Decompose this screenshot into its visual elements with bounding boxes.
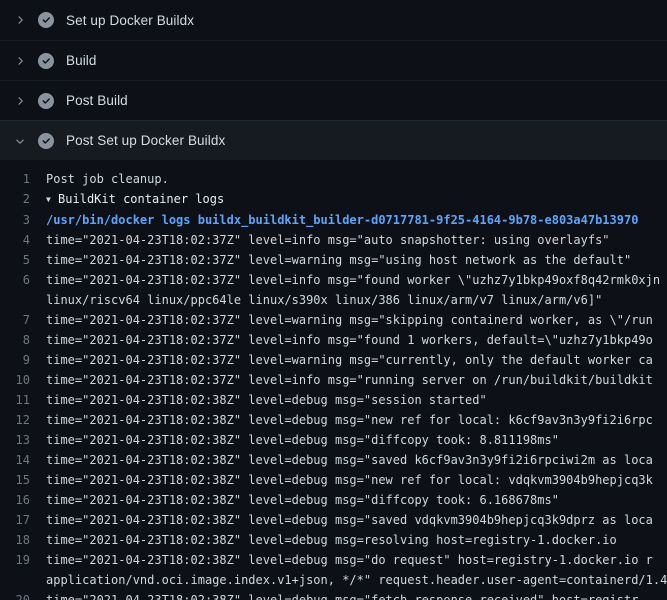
log-line-number[interactable]: 6 [0, 270, 46, 290]
log-line-number[interactable]: 19 [0, 550, 46, 570]
log-line-text: time="2021-04-23T18:02:38Z" level=debug … [46, 530, 667, 550]
log-line: 20time="2021-04-23T18:02:38Z" level=debu… [0, 590, 667, 600]
log-line-number[interactable]: 17 [0, 510, 46, 530]
log-line-text: time="2021-04-23T18:02:38Z" level=debug … [46, 430, 667, 450]
section-header-post-set-up-docker-buildx[interactable]: Post Set up Docker Buildx [0, 120, 667, 160]
log-line: 4time="2021-04-23T18:02:37Z" level=info … [0, 230, 667, 250]
log-line-number[interactable]: 16 [0, 490, 46, 510]
log-line-text: time="2021-04-23T18:02:38Z" level=debug … [46, 490, 667, 510]
log-line: 8time="2021-04-23T18:02:37Z" level=info … [0, 330, 667, 350]
log-line: 3/usr/bin/docker logs buildx_buildkit_bu… [0, 210, 667, 230]
log-line-text: time="2021-04-23T18:02:37Z" level=info m… [46, 370, 667, 390]
chevron-right-icon [14, 14, 26, 26]
log-line: 7time="2021-04-23T18:02:37Z" level=warni… [0, 310, 667, 330]
log-line-text: time="2021-04-23T18:02:37Z" level=warnin… [46, 250, 667, 270]
log-line: 11time="2021-04-23T18:02:38Z" level=debu… [0, 390, 667, 410]
log-line-number[interactable]: 10 [0, 370, 46, 390]
log-line-number[interactable]: 4 [0, 230, 46, 250]
section-title: Build [66, 53, 97, 68]
log-line-number[interactable]: 7 [0, 310, 46, 330]
log-line: 1Post job cleanup. [0, 169, 667, 189]
log-line: 18time="2021-04-23T18:02:38Z" level=debu… [0, 530, 667, 550]
log-line-number[interactable]: 20 [0, 590, 46, 600]
log-line: 13time="2021-04-23T18:02:38Z" level=debu… [0, 430, 667, 450]
log-line: 5time="2021-04-23T18:02:37Z" level=warni… [0, 250, 667, 270]
log-line-text: time="2021-04-23T18:02:38Z" level=debug … [46, 410, 667, 430]
log-line-text: time="2021-04-23T18:02:38Z" level=debug … [46, 450, 667, 470]
log-line-number[interactable]: 18 [0, 530, 46, 550]
section-header-post-build[interactable]: Post Build [0, 80, 667, 120]
section-header-set-up-docker-buildx[interactable]: Set up Docker Buildx [0, 0, 667, 40]
log-line-number[interactable]: 8 [0, 330, 46, 350]
log-line: 6time="2021-04-23T18:02:37Z" level=info … [0, 270, 667, 290]
log-line: 16time="2021-04-23T18:02:38Z" level=debu… [0, 490, 667, 510]
log-line: 19time="2021-04-23T18:02:38Z" level=debu… [0, 550, 667, 570]
log-line-text: time="2021-04-23T18:02:37Z" level=info m… [46, 330, 667, 350]
log-line-number[interactable]: 3 [0, 210, 46, 230]
log-line-number[interactable]: 9 [0, 350, 46, 370]
log-line: 14time="2021-04-23T18:02:38Z" level=debu… [0, 450, 667, 470]
log-line: 15time="2021-04-23T18:02:38Z" level=debu… [0, 470, 667, 490]
log-line-text: time="2021-04-23T18:02:38Z" level=debug … [46, 510, 667, 530]
log-line-number[interactable]: 1 [0, 169, 46, 189]
log-line-text: time="2021-04-23T18:02:38Z" level=debug … [46, 390, 667, 410]
log-line-text: time="2021-04-23T18:02:37Z" level=info m… [46, 230, 667, 250]
workflow-log-viewer: Set up Docker Buildx Build Post Build Post … [0, 0, 667, 600]
log-line: 10time="2021-04-23T18:02:37Z" level=info… [0, 370, 667, 390]
log-line-number [0, 570, 46, 590]
log-line-number[interactable]: 11 [0, 390, 46, 410]
log-line-text: Post job cleanup. [46, 169, 667, 189]
log-line: 9time="2021-04-23T18:02:37Z" level=warni… [0, 350, 667, 370]
log-line-number[interactable]: 12 [0, 410, 46, 430]
section-title: Set up Docker Buildx [66, 13, 194, 28]
log-line-text: time="2021-04-23T18:02:38Z" level=debug … [46, 470, 667, 490]
log-line-number[interactable]: 14 [0, 450, 46, 470]
log-line-number[interactable]: 5 [0, 250, 46, 270]
log-line: 12time="2021-04-23T18:02:38Z" level=debu… [0, 410, 667, 430]
log-line-text: time="2021-04-23T18:02:38Z" level=debug … [46, 550, 667, 570]
log-line-text: time="2021-04-23T18:02:37Z" level=warnin… [46, 350, 667, 370]
log-line-number[interactable]: 2 [0, 189, 46, 210]
section-title: Post Build [66, 93, 128, 108]
log-line: application/vnd.oci.image.index.v1+json,… [0, 570, 667, 590]
log-line: 2▼ BuildKit container logs [0, 189, 667, 210]
check-circle-icon [38, 53, 54, 69]
log-line-text: time="2021-04-23T18:02:37Z" level=info m… [46, 270, 667, 290]
log-group-label[interactable]: ▼ BuildKit container logs [46, 189, 667, 210]
log-container: 1Post job cleanup.2▼ BuildKit container … [0, 160, 667, 600]
log-line: linux/riscv64 linux/ppc64le linux/s390x … [0, 290, 667, 310]
log-line-text: time="2021-04-23T18:02:38Z" level=debug … [46, 590, 667, 600]
check-circle-icon [38, 93, 54, 109]
log-line-number[interactable]: 13 [0, 430, 46, 450]
log-line-number [0, 290, 46, 310]
chevron-down-icon [14, 135, 26, 147]
log-line-number[interactable]: 15 [0, 470, 46, 490]
log-line-text: time="2021-04-23T18:02:37Z" level=warnin… [46, 310, 667, 330]
section-title: Post Set up Docker Buildx [66, 133, 225, 148]
log-command-text: /usr/bin/docker logs buildx_buildkit_bui… [46, 210, 667, 230]
log-line: 17time="2021-04-23T18:02:38Z" level=debu… [0, 510, 667, 530]
triangle-down-icon: ▼ [46, 195, 51, 204]
chevron-right-icon [14, 55, 26, 67]
check-circle-icon [38, 133, 54, 149]
log-line-text: application/vnd.oci.image.index.v1+json,… [46, 570, 667, 590]
check-circle-icon [38, 12, 54, 28]
chevron-right-icon [14, 95, 26, 107]
log-line-text: linux/riscv64 linux/ppc64le linux/s390x … [46, 290, 667, 310]
section-header-build[interactable]: Build [0, 40, 667, 80]
